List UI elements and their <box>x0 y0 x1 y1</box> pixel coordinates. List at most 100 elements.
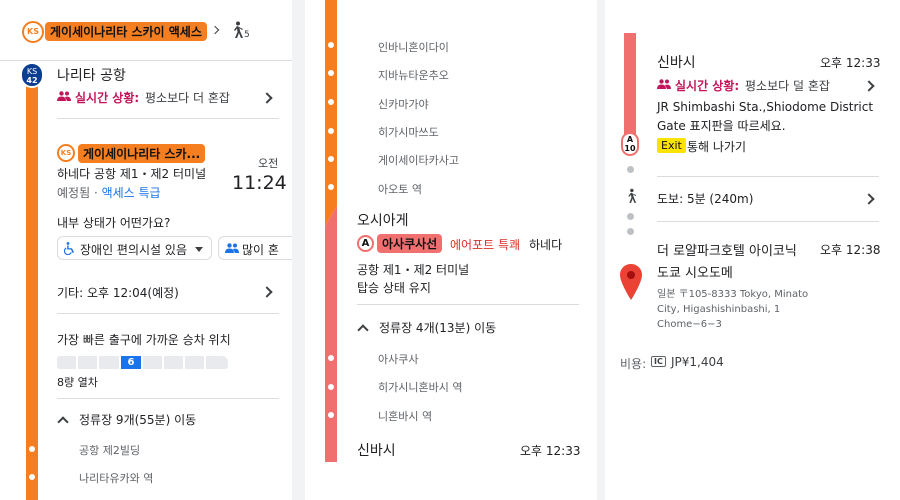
walk-directions-row[interactable]: 도보: 5분 (240m) <box>657 189 882 209</box>
train-car <box>143 356 162 369</box>
origin-station-name: 나리타 공항 <box>57 68 126 84</box>
stay-on-board-note: 탑승 상태 유지 <box>357 281 431 295</box>
chevron-right-icon <box>863 193 875 205</box>
stop-dot <box>29 474 35 480</box>
stop-dot <box>328 99 334 105</box>
train-car-highlighted: 6 <box>121 356 141 369</box>
badge-line-code: A <box>626 135 634 144</box>
line-title: 게이세이나리타 스카이 액세스 <box>45 22 207 41</box>
train-line-name[interactable]: 게이세이나리타 스카... <box>78 144 206 163</box>
stop-dot <box>29 446 35 452</box>
stops-toggle[interactable]: 정류장 4개(13분) 이동 <box>357 318 557 338</box>
train-destination: 하네다 공항 제1・제2 터미널 <box>57 167 207 181</box>
badge-station-number: 10 <box>624 144 636 153</box>
badge-station-number: 42 <box>26 76 38 85</box>
stops-title: 정류장 9개(55분) 이동 <box>79 413 197 427</box>
transfer-station-name: 오시아게 <box>357 213 409 229</box>
wheelchair-icon <box>64 242 74 255</box>
map-pin-icon <box>620 264 642 300</box>
exit-position-title: 가장 빠른 출구에 가까운 승차 위치 <box>57 333 231 347</box>
panel-keisei-route: KS 게이세이나리타 스카이 액세스 5 KS 42 나리타 공항 실시간 상황… <box>0 0 292 500</box>
chevron-up-icon <box>57 416 69 428</box>
panel-asakusa-route: 인바니혼이다이 지바뉴타운추오 신카마가야 히가시마쓰도 게이세이타카사고 아오… <box>305 0 597 500</box>
train-car <box>99 356 119 369</box>
status-label: 실시간 상황: <box>675 79 740 93</box>
stop-name: 히가시마쓰도 <box>378 126 439 139</box>
destination-arrival-time: 오후 12:38 <box>820 243 881 257</box>
walk-dot <box>627 166 634 173</box>
realtime-status-row[interactable]: 실시간 상황: 평소보다 더 혼잡 <box>57 88 287 108</box>
transfer-destination: 공항 제1・제2 터미널 <box>357 263 470 277</box>
crowd-chip[interactable]: 많이 혼 <box>218 236 292 260</box>
divider <box>57 313 279 314</box>
chevron-right-icon <box>210 25 220 35</box>
keisei-route-line <box>26 76 38 500</box>
stop-name: 아오토 역 <box>378 183 422 196</box>
train-car <box>185 356 204 369</box>
stop-dot <box>328 355 334 361</box>
service-type: 액세스 특급 <box>101 186 161 200</box>
train-car <box>164 356 183 369</box>
stop-name: 공항 제2빌딩 <box>79 444 141 457</box>
stop-dot <box>328 128 334 134</box>
status-label: 실시간 상황: <box>75 91 140 105</box>
accessibility-chip[interactable]: 장애인 편의시설 있음 <box>57 236 212 260</box>
stop-name: 신카마가야 <box>378 98 429 111</box>
divider <box>357 304 579 305</box>
transfer-service-type: 에어포트 특쾌 <box>450 238 521 252</box>
fare-amount: JP¥1,404 <box>671 355 724 369</box>
destination-name: 더 로얄파크호텔 아이코닉 <box>657 244 797 259</box>
realtime-status-row[interactable]: 실시간 상황: 평소보다 덜 혼잡 <box>657 76 882 96</box>
arrival-time: 오후 12:33 <box>820 56 881 70</box>
people-icon <box>225 243 239 253</box>
panel-gap <box>597 0 605 500</box>
keisei-line-icon: KS <box>57 144 75 162</box>
walk-dot <box>627 228 634 235</box>
transfer-line-name[interactable]: 아사쿠사선 <box>377 234 443 253</box>
other-departure-row[interactable]: 기타: 오후 12:04(예정) <box>57 282 282 302</box>
stop-dot <box>328 156 334 162</box>
chevron-right-icon <box>261 92 273 104</box>
stop-dot <box>328 70 334 76</box>
exit-text: 통해 나가기 <box>687 140 747 154</box>
stop-name: 나리타유카와 역 <box>79 472 154 485</box>
asakusa-line-icon: A <box>357 235 374 252</box>
dropdown-arrow-icon <box>195 247 203 252</box>
people-icon <box>57 91 71 101</box>
fare-label: 비용: <box>620 357 647 371</box>
divider <box>657 176 879 177</box>
stop-name: 아사쿠사 <box>378 353 419 366</box>
chevron-right-icon <box>261 286 273 298</box>
stop-dot <box>328 184 334 190</box>
chip-label: 많이 혼 <box>242 243 279 257</box>
people-icon <box>657 79 671 89</box>
train-car <box>78 356 97 369</box>
exit-tag: Exit <box>657 138 686 153</box>
stops-toggle[interactable]: 정류장 9개(55분) 이동 <box>57 410 257 430</box>
cars-label: 8량 열차 <box>57 376 98 389</box>
panel-gap <box>292 0 305 500</box>
arrival-station-name: 신바시 <box>657 55 696 71</box>
divider <box>57 118 279 119</box>
transfer-direction: 하네다 <box>529 238 563 252</box>
stop-name: 히가시니혼바시 역 <box>378 381 463 394</box>
departure-time: 11:24 <box>232 172 287 194</box>
train-service-row: 예정됨 · 액세스 특급 <box>57 186 161 200</box>
exit-instruction: JR Shimbashi Sta.,Shiodome District Gate… <box>657 100 874 133</box>
chevron-up-icon <box>357 324 369 336</box>
station-number-badge: KS 42 <box>20 62 44 88</box>
departure-ampm: 오전 <box>258 157 279 170</box>
keisei-line-icon: KS <box>22 21 44 43</box>
walk-icon <box>234 21 243 38</box>
train-car <box>206 356 228 369</box>
status-text: 평소보다 더 혼잡 <box>145 91 230 105</box>
walk-icon <box>628 188 637 203</box>
schedule-status: 예정됨 <box>57 186 91 200</box>
stop-name: 니혼바시 역 <box>378 410 433 423</box>
destination-name-line2: 도쿄 시오도메 <box>657 266 733 281</box>
walk-count: 5 <box>244 30 250 40</box>
stop-dot <box>328 42 334 48</box>
condition-question: 내부 상태가 어떤가요? <box>57 216 171 230</box>
badge-line-code: KS <box>26 67 38 76</box>
status-text: 평소보다 덜 혼잡 <box>745 79 830 93</box>
